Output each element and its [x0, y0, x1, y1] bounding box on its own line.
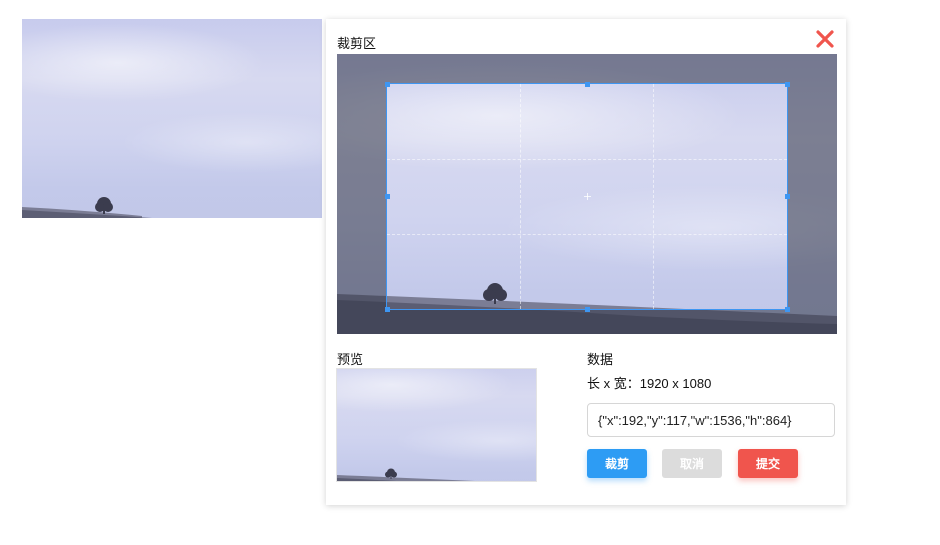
resize-handle-nw[interactable]	[385, 82, 390, 87]
cancel-button[interactable]: 取消	[662, 449, 722, 478]
crop-center-mark	[584, 193, 591, 200]
resize-handle-ne[interactable]	[785, 82, 790, 87]
resize-handle-s[interactable]	[585, 307, 590, 312]
crop-guide-line	[387, 234, 787, 235]
size-readout: 长 x 宽：1920 x 1080	[587, 373, 711, 392]
crop-dialog: 裁剪区 预览 数据 长 x 宽：1920 x 1080 {"x":192,"y"…	[326, 19, 846, 505]
resize-handle-n[interactable]	[585, 82, 590, 87]
landscape-hill	[22, 197, 152, 218]
size-label: 长 x 宽：	[587, 376, 640, 391]
source-image	[22, 19, 322, 218]
crop-button[interactable]: 裁剪	[587, 449, 647, 478]
close-icon[interactable]	[814, 28, 836, 50]
data-label: 数据	[587, 352, 614, 367]
resize-handle-se[interactable]	[785, 307, 790, 312]
resize-handle-sw[interactable]	[385, 307, 390, 312]
size-value: 1920 x 1080	[639, 376, 712, 391]
preview-image	[336, 368, 537, 482]
submit-button[interactable]: 提交	[738, 449, 798, 478]
crop-guide-line	[387, 159, 787, 160]
crop-data-field[interactable]	[587, 403, 835, 437]
preview-landscape	[337, 468, 475, 481]
resize-handle-w[interactable]	[385, 194, 390, 199]
dialog-title: 裁剪区	[337, 36, 377, 51]
crop-stage[interactable]	[337, 54, 837, 334]
crop-guide-line	[520, 84, 521, 309]
preview-image-content	[337, 369, 536, 481]
preview-label: 预览	[337, 352, 364, 367]
crop-selection-box[interactable]	[386, 83, 788, 310]
crop-guide-line	[653, 84, 654, 309]
resize-handle-e[interactable]	[785, 194, 790, 199]
